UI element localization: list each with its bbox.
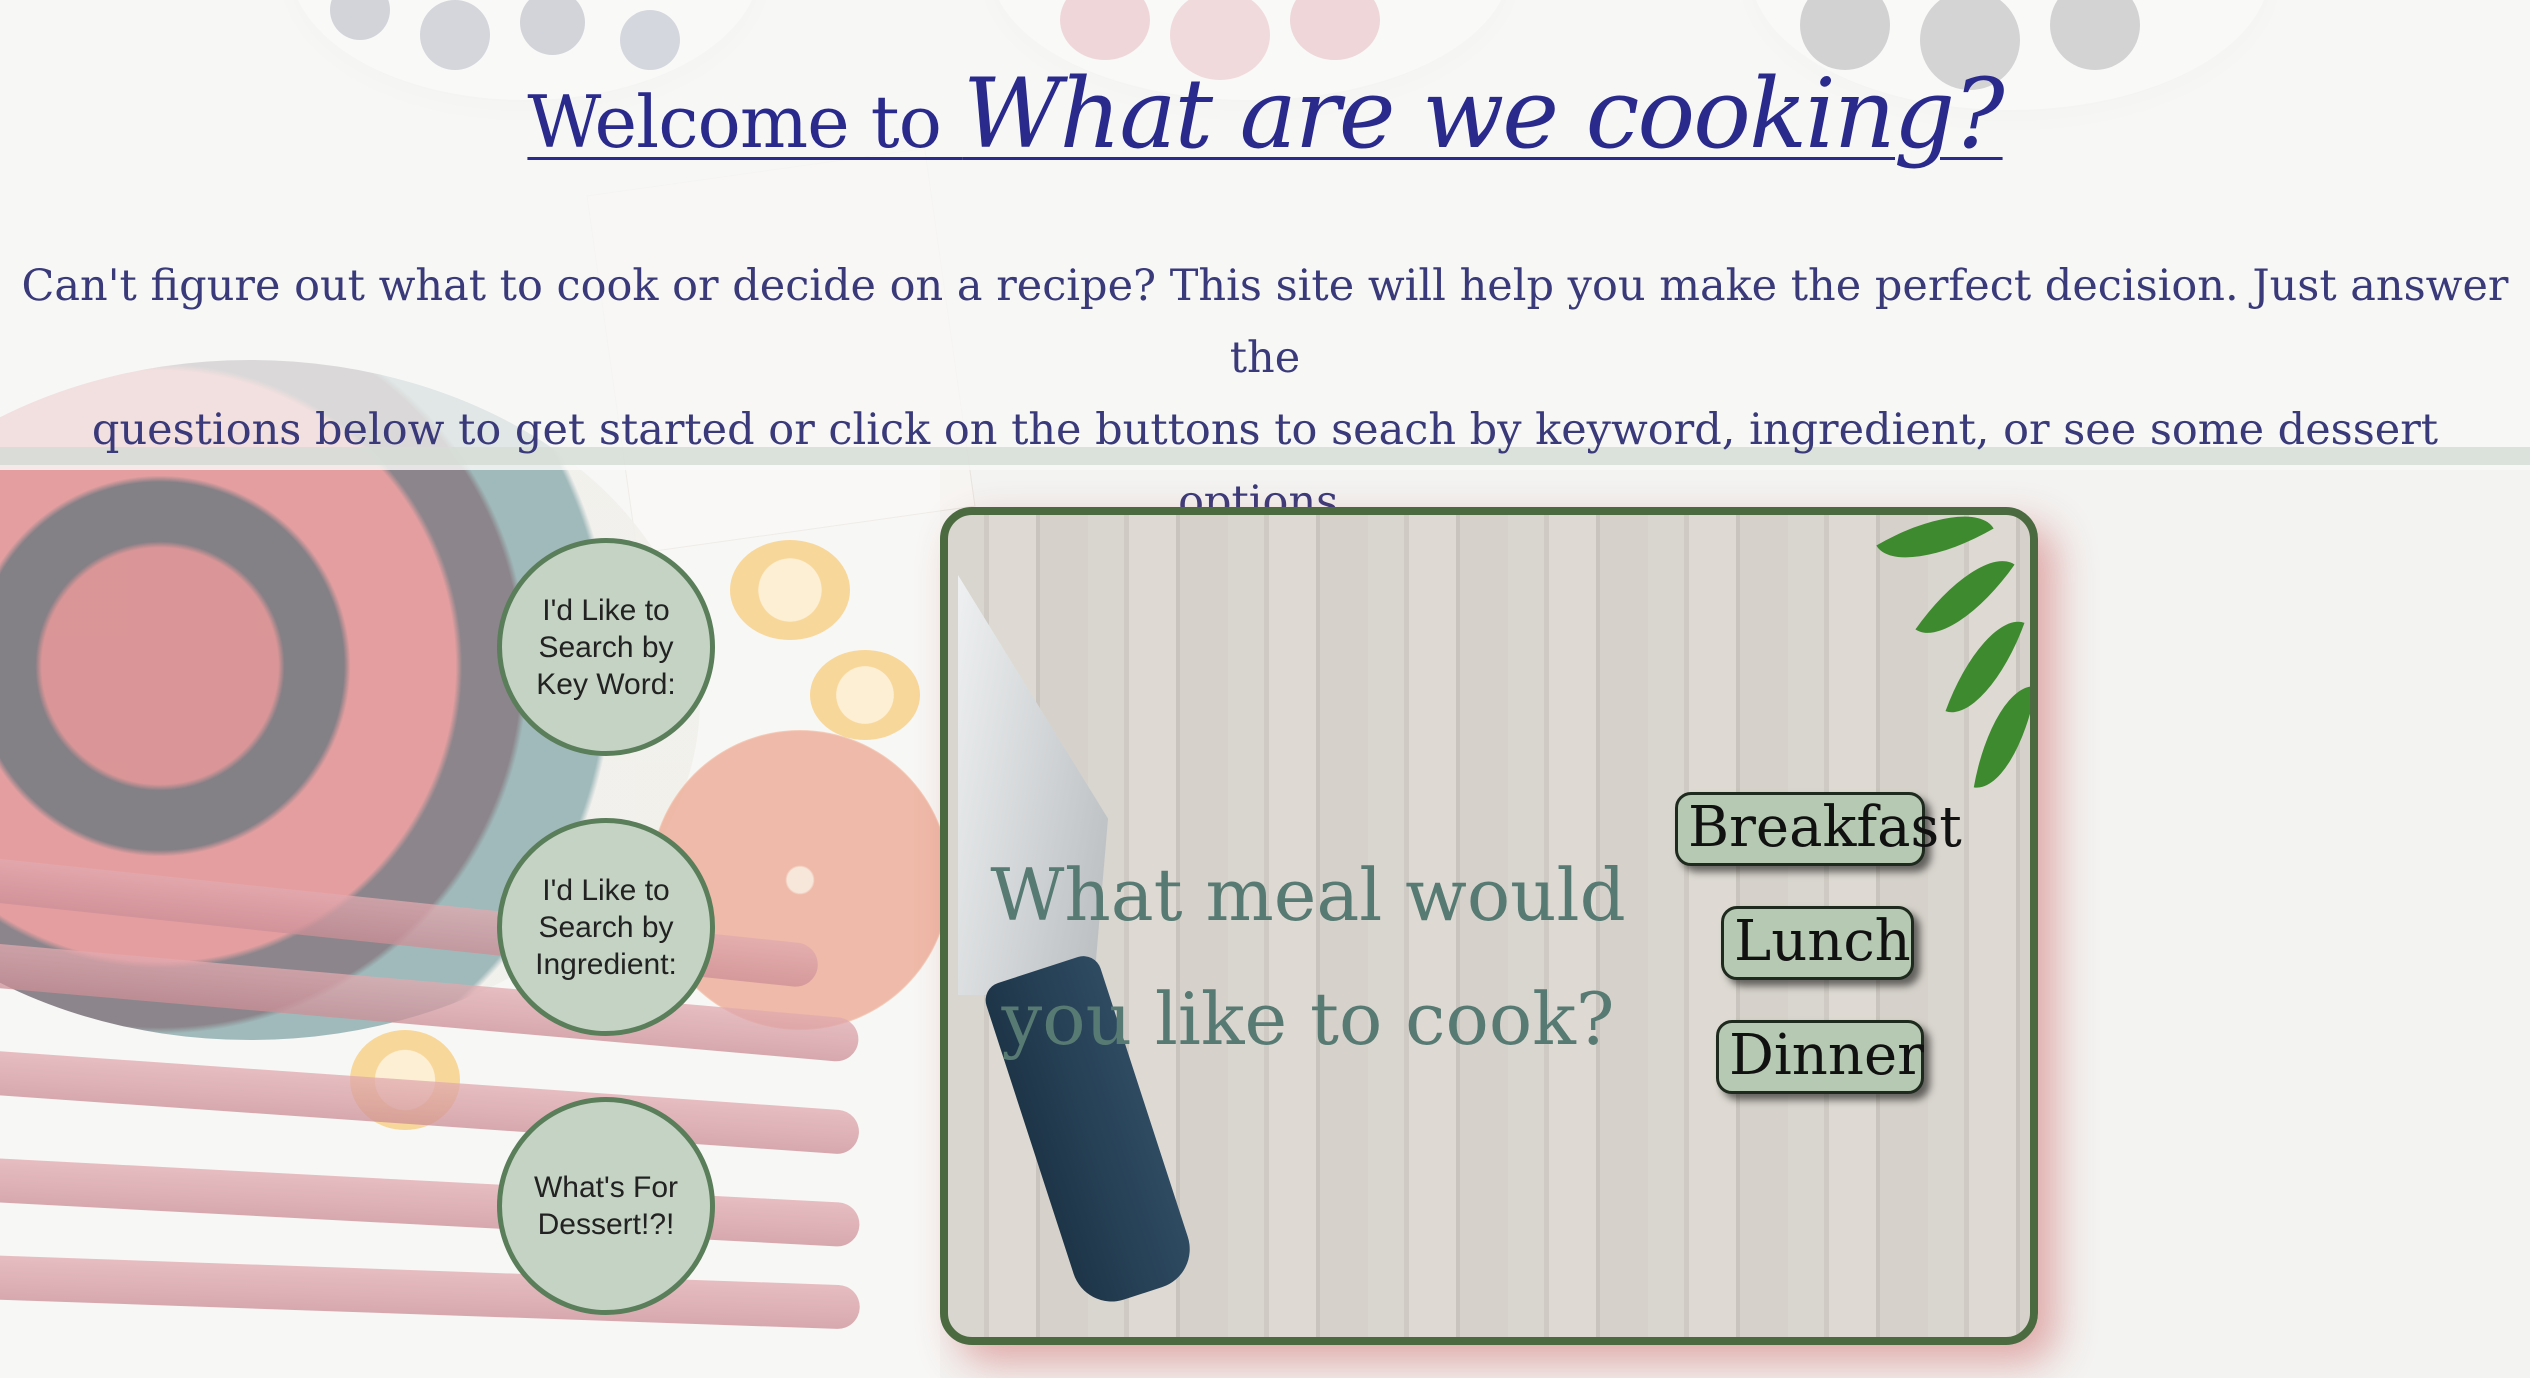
label-line: I'd Like to [542,593,670,627]
button-label: I'd Like to Search by Key Word: [536,592,676,703]
intro-line: Can't figure out what to cook or decide … [21,261,2509,383]
site-name: What are we cooking? [962,58,2005,170]
label-line: I'd Like to [542,873,670,907]
left-overlay [0,465,940,1378]
meal-selection-card: What meal would you like to cook? Breakf… [940,507,2038,1345]
search-by-ingredient-button[interactable]: I'd Like to Search by Ingredient: [497,818,715,1036]
label-line: Search by [538,910,674,944]
label-line: Dessert!?! [537,1208,675,1241]
label-line: Search by [538,630,674,664]
lunch-button[interactable]: Lunch [1721,906,1914,980]
breakfast-button[interactable]: Breakfast [1675,792,1962,866]
dinner-button[interactable]: Dinner [1716,1020,1924,1094]
leaf [1973,679,2030,795]
meal-question: What meal would you like to cook? [988,833,1628,1081]
label-line: Ingredient: [535,947,677,981]
label-line: Key Word: [536,667,676,701]
leaves-image [1850,515,2030,795]
button-label: What's For Dessert!?! [534,1169,678,1243]
search-by-keyword-button[interactable]: I'd Like to Search by Key Word: [497,538,715,756]
question-line: What meal would [990,853,1626,937]
label-line: What's For [533,1171,679,1204]
dessert-button[interactable]: What's For Dessert!?! [497,1097,715,1315]
intro-text: Can't figure out what to cook or decide … [20,250,2510,538]
question-line: you like to cook? [1001,977,1615,1061]
title-welcome: Welcome to [527,80,963,164]
button-label: I'd Like to Search by Ingredient: [535,872,677,983]
page-title: Welcome to What are we cooking? [0,58,2530,170]
